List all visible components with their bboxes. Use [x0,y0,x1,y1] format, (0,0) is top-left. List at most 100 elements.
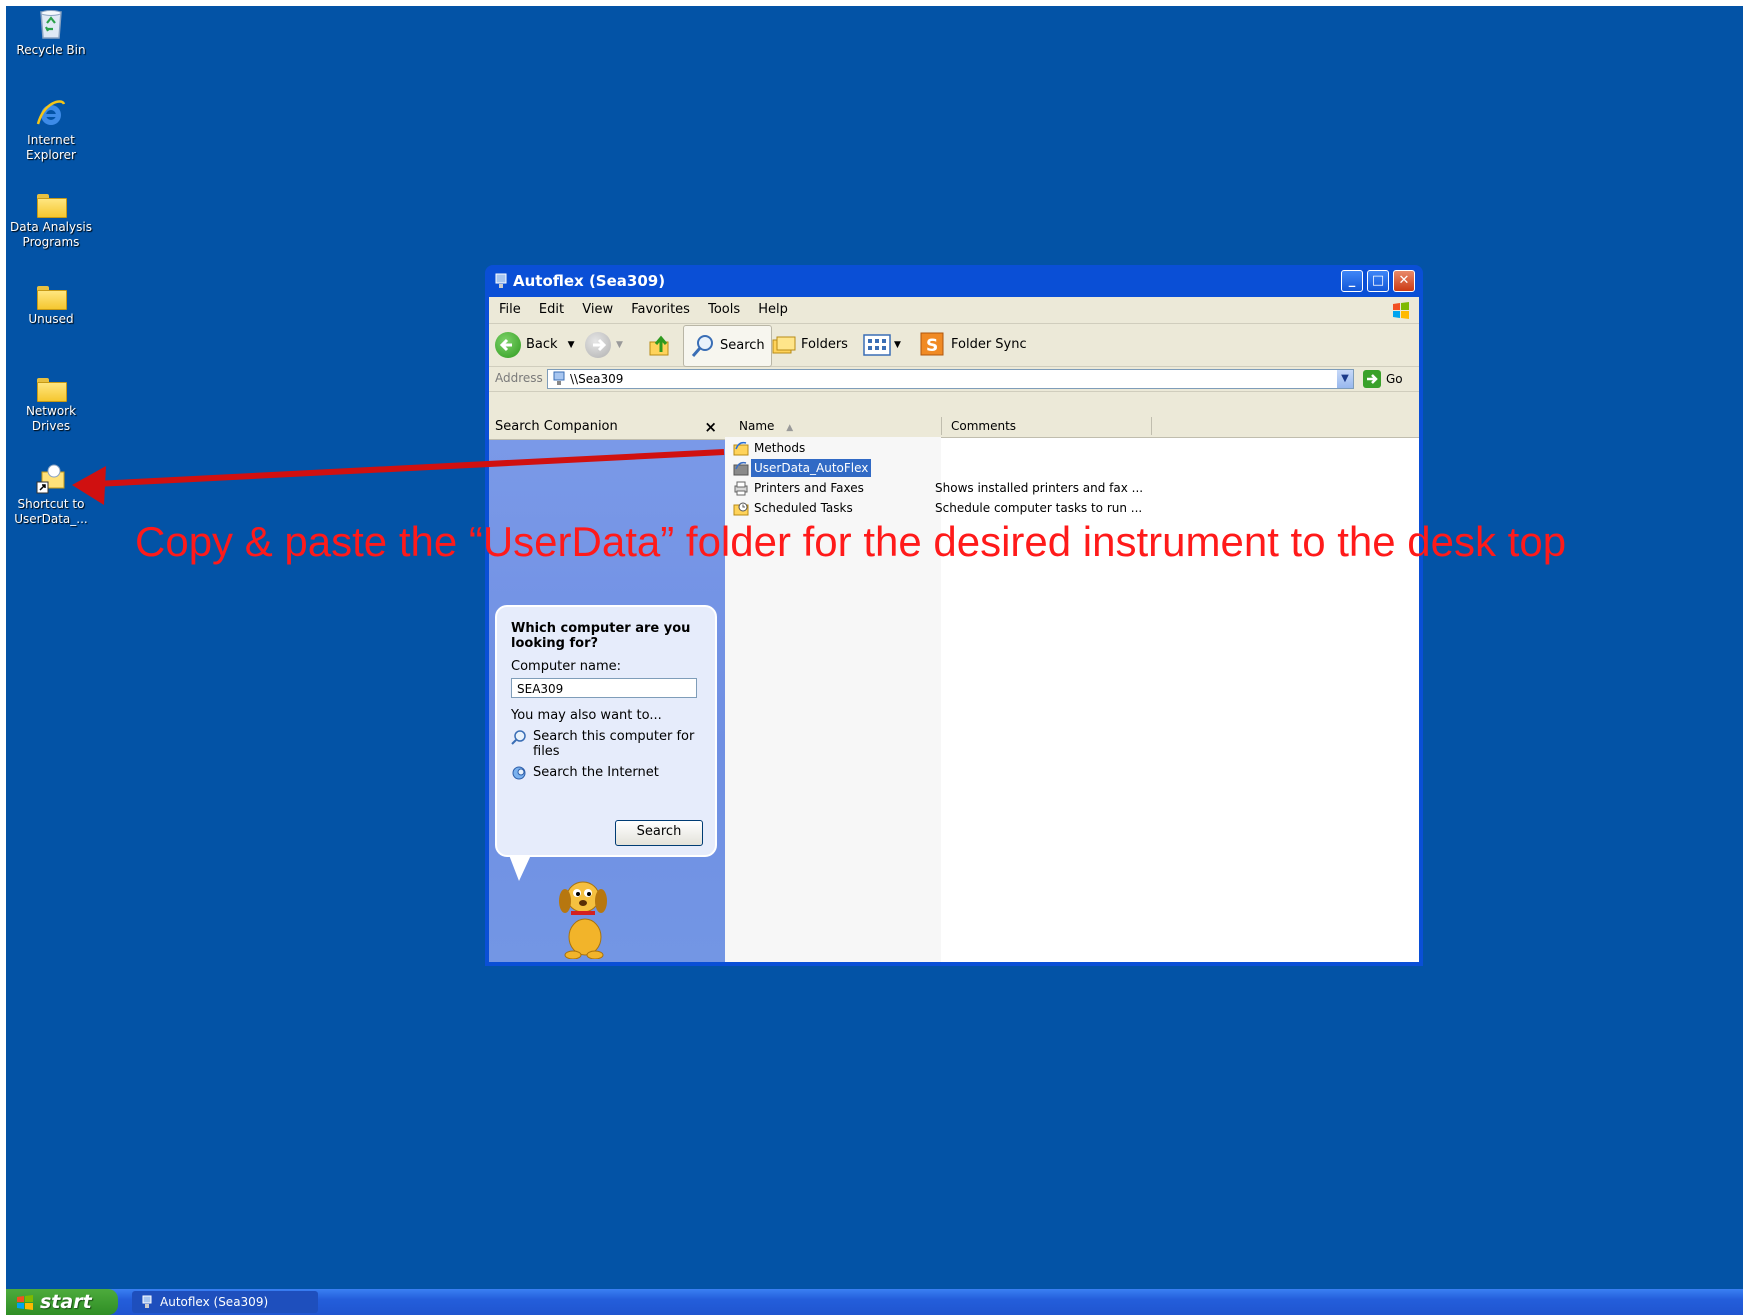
folder-sync-icon: S [920,332,944,356]
column-divider[interactable] [1151,417,1152,435]
search-companion-pane: Search Companion × Which computer are yo… [489,415,725,962]
folders-button[interactable]: Folders [771,328,848,362]
window-client: File Edit View Favorites Tools Help Back… [489,297,1419,962]
desktop-icon-label: Unused [28,312,74,326]
forward-arrow-icon [585,332,611,358]
back-label: Back [526,337,558,352]
address-dropdown-icon[interactable]: ▼ [1337,370,1353,388]
views-dropdown-icon: ▼ [894,340,901,350]
taskbar-item-autoflex[interactable]: Autoflex (Sea309) [132,1291,318,1313]
column-comments-header[interactable]: Comments [951,415,1016,437]
search-companion-title: Search Companion [495,419,618,434]
folder-icon [37,194,67,218]
recycle-bin-icon [40,10,62,39]
windows-logo-icon [1393,302,1409,319]
shortcut-folder-icon [36,464,65,494]
go-label: Go [1386,372,1403,386]
search-computer-icon [511,730,526,745]
folders-label: Folders [801,337,848,352]
list-item-comment: Shows installed printers and fax ... [935,481,1144,495]
desktop-icon-label: Recycle Bin [16,43,86,57]
go-arrow-icon [1363,370,1381,388]
menu-help[interactable]: Help [758,302,788,317]
search-icon [691,335,713,357]
desktop-icon-shortcut-userdata[interactable]: Shortcut to UserData_... [6,462,96,527]
maximize-button[interactable]: □ [1367,270,1389,292]
list-item-printers-faxes[interactable]: Printers and Faxes [733,479,867,497]
forward-button[interactable]: ▼ [585,328,623,362]
views-button[interactable]: ▼ [863,328,901,362]
close-icon[interactable]: × [704,415,717,439]
list-header: Name ▲ Comments [725,415,1419,438]
taskbar: start Autoflex (Sea309) [6,1289,1743,1315]
minimize-button[interactable]: _ [1341,270,1363,292]
address-value: \\Sea309 [570,372,624,386]
address-input[interactable]: \\Sea309 ▼ [547,369,1354,389]
printer-icon [734,481,748,496]
network-computer-icon [142,1295,152,1308]
back-button[interactable]: Back ▼ [495,328,574,362]
list-item-methods[interactable]: Methods [733,439,808,457]
start-label: start [40,1291,92,1313]
desktop-icon-label: Internet Explorer [26,133,76,162]
list-item-name: Methods [754,441,806,455]
network-computer-icon [495,273,507,288]
search-companion-header: Search Companion × [489,415,725,440]
shared-folder-icon [733,441,749,456]
computer-name-input[interactable]: SEA309 [511,678,697,698]
sort-ascending-icon: ▲ [786,423,794,433]
desktop-icon-internet-explorer[interactable]: Internet Explorer [6,98,96,163]
search-question: Which computer are you looking for? [511,621,691,651]
column-name-header[interactable]: Name ▲ [739,415,793,439]
toolbar: Back ▼ ▼ Search Folders ▼ S Folder Sync [489,324,1419,367]
menu-file[interactable]: File [499,302,521,317]
window-title: Autoflex (Sea309) [513,272,666,290]
back-arrow-icon [495,332,521,358]
address-label: Address [495,371,543,385]
internet-explorer-icon [36,100,66,125]
menu-view[interactable]: View [582,302,613,317]
list-item-name: UserData_AutoFlex [751,459,872,477]
folder-icon [37,378,67,402]
menu-favorites[interactable]: Favorites [631,302,690,317]
folder-icon [37,286,67,310]
search-internet-label: Search the Internet [533,765,659,780]
folders-icon [772,336,796,354]
title-bar[interactable]: Autoflex (Sea309) _ □ ✕ [489,265,1419,297]
search-internet-link[interactable]: Search the Internet [511,765,701,781]
search-submit-button[interactable]: Search [615,820,703,846]
desktop-icon-unused[interactable]: Unused [6,280,96,327]
annotation-text: Copy & paste the “UserData” folder for t… [135,518,1567,565]
column-divider[interactable] [941,417,942,435]
desktop-icon-label: Data Analysis Programs [10,220,92,249]
folder-sync-label: Folder Sync [951,337,1027,352]
desktop-icon-data-analysis-programs[interactable]: Data Analysis Programs [6,188,96,250]
start-button[interactable]: start [6,1289,118,1315]
search-label: Search [720,338,765,353]
close-button[interactable]: ✕ [1393,270,1415,292]
back-dropdown-icon[interactable]: ▼ [568,328,575,362]
go-button[interactable]: Go [1362,369,1403,389]
menu-tools[interactable]: Tools [708,302,740,317]
search-button[interactable]: Search [683,325,772,367]
desktop-icon-label: Shortcut to UserData_... [14,497,88,526]
explorer-window: Autoflex (Sea309) _ □ ✕ File Edit View F… [485,265,1423,966]
list-item-userdata-autoflex[interactable]: UserData_AutoFlex [733,459,872,477]
taskbar-item-label: Autoflex (Sea309) [160,1295,269,1309]
also-want-label: You may also want to... [511,708,662,723]
search-internet-icon [512,766,526,780]
menu-edit[interactable]: Edit [539,302,564,317]
up-folder-icon [649,335,669,356]
desktop-icon-label: Network Drives [25,404,77,433]
windows-logo-icon [17,1295,33,1310]
folder-sync-button[interactable]: S Folder Sync [919,328,1027,362]
search-computer-link[interactable]: Search this computer for files [511,729,701,759]
views-icon [863,334,891,356]
desktop-icon-recycle-bin[interactable]: Recycle Bin [6,8,96,58]
forward-dropdown-icon: ▼ [616,340,623,350]
desktop-icon-network-drives[interactable]: Network Drives [6,372,96,434]
file-list: Name ▲ Comments Methods UserData_AutoFle… [725,415,1419,962]
network-computer-icon [553,371,565,385]
up-folder-button[interactable] [647,328,673,362]
address-bar: Address \\Sea309 ▼ Go [489,367,1419,392]
